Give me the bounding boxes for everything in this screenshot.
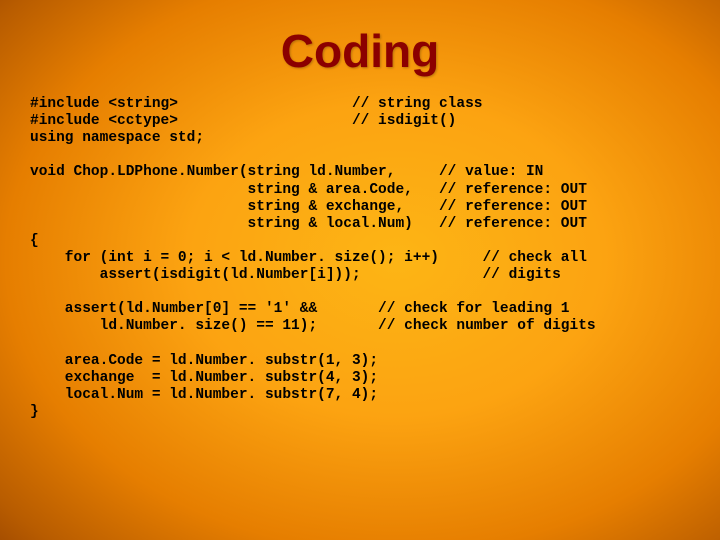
code-block: #include <string> // string class #inclu…: [30, 96, 690, 421]
slide-title: Coding: [30, 24, 690, 78]
slide: Coding #include <string> // string class…: [0, 0, 720, 540]
